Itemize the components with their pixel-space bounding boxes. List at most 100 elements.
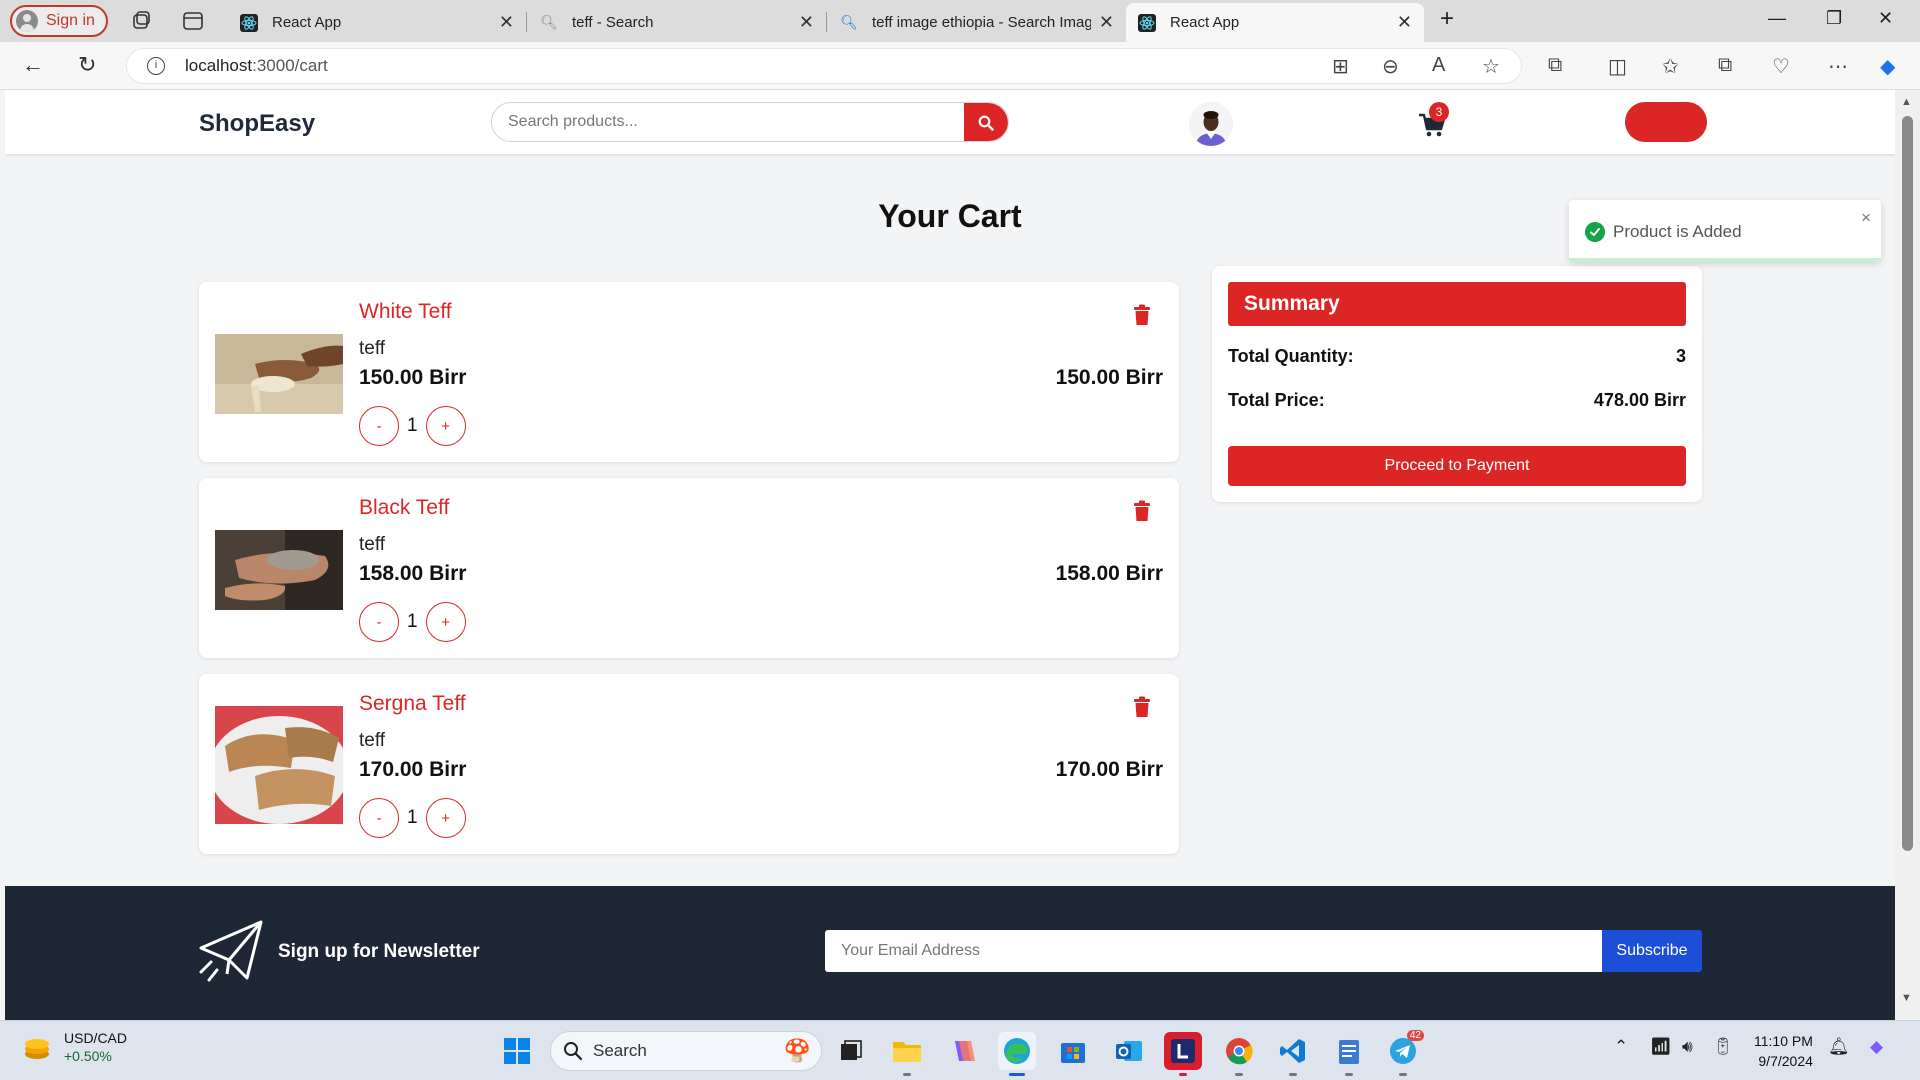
newsletter-email-input[interactable] — [825, 930, 1611, 972]
notification-bell-icon[interactable]: 🔔︎ — [1828, 1037, 1850, 1057]
favorites-icon[interactable]: ✩ — [1662, 54, 1679, 79]
search-button[interactable] — [964, 103, 1008, 141]
search-icon — [978, 115, 994, 131]
url-path: :3000/cart — [252, 56, 328, 75]
proceed-to-payment-button[interactable]: Proceed to Payment — [1228, 446, 1686, 486]
total-quantity-row: Total Quantity: 3 — [1228, 346, 1686, 367]
summary-title: Summary — [1228, 282, 1686, 326]
new-tab-icon[interactable]: + — [1440, 5, 1454, 33]
page-viewport: ShopEasy 3 Your Cart White Teff teff 150… — [5, 90, 1895, 1020]
tab-actions-icon[interactable] — [182, 10, 204, 32]
header-red-button[interactable] — [1625, 102, 1707, 142]
decrease-quantity-button[interactable]: - — [359, 406, 399, 446]
subscribe-button[interactable]: Subscribe — [1602, 930, 1702, 972]
minimize-icon[interactable]: — — [1768, 8, 1786, 29]
decrease-quantity-button[interactable]: - — [359, 602, 399, 642]
product-name[interactable]: White Teff — [359, 300, 452, 324]
success-check-icon — [1585, 222, 1605, 242]
microsoft-store-icon[interactable] — [1054, 1032, 1092, 1070]
line-total: 170.00 Birr — [1055, 758, 1163, 781]
split-screen-icon[interactable]: ◫ — [1608, 54, 1627, 79]
delete-trash-icon[interactable] — [1133, 500, 1151, 522]
delete-trash-icon[interactable] — [1133, 304, 1151, 326]
volume-icon[interactable]: 🔊︎ — [1682, 1037, 1693, 1057]
copilot-icon[interactable]: ◆ — [1880, 54, 1895, 79]
currency-coins-icon — [25, 1039, 49, 1059]
scrollbar-thumb[interactable] — [1902, 116, 1913, 851]
close-tab-icon[interactable]: ✕ — [1397, 12, 1412, 33]
toast-close-icon[interactable]: × — [1861, 208, 1871, 228]
browser-essentials-icon[interactable]: ♡ — [1772, 54, 1790, 79]
favorite-star-icon[interactable]: ☆ — [1482, 54, 1500, 79]
mushroom-highlight-icon: 🍄 — [783, 1038, 811, 1063]
telegram-icon[interactable]: 42 — [1384, 1030, 1424, 1076]
system-clock[interactable]: 11:10 PM 9/7/2024 — [1754, 1031, 1813, 1071]
vscode-icon[interactable] — [1274, 1032, 1312, 1076]
restore-icon[interactable]: ❐ — [1826, 8, 1842, 29]
app-available-icon[interactable]: ⊞ — [1332, 54, 1349, 79]
sign-in-label: Sign in — [46, 12, 95, 29]
quantity-value: 1 — [407, 611, 418, 632]
extensions-icon[interactable]: ⧉ — [1548, 54, 1562, 77]
zoom-out-icon[interactable]: ⊖ — [1382, 54, 1399, 79]
more-options-icon[interactable]: ⋯ — [1828, 54, 1848, 79]
increase-quantity-button[interactable]: + — [425, 602, 466, 642]
product-search — [491, 102, 1009, 142]
profile-sign-in-button[interactable]: Sign in — [10, 5, 108, 37]
back-icon[interactable]: ← — [22, 52, 44, 78]
tab-react-app-1[interactable]: React App ✕ — [228, 3, 526, 42]
edge-browser-icon[interactable] — [998, 1032, 1036, 1076]
task-view-icon[interactable] — [832, 1032, 870, 1070]
outlook-icon[interactable] — [1110, 1032, 1148, 1070]
collections-icon[interactable]: ⧉ — [1718, 54, 1732, 77]
battery-icon[interactable]: 🔋︎ — [1712, 1037, 1734, 1057]
tab-teff-image-search[interactable]: 🔍︎ teff image ethiopia - Search Imag ✕ — [828, 3, 1126, 42]
quantity-value: 1 — [407, 807, 418, 828]
telegram-unread-badge: 42 — [1406, 1030, 1424, 1041]
windows-start-icon[interactable] — [498, 1032, 536, 1070]
scroll-up-arrow-icon[interactable]: ▲ — [1901, 96, 1912, 108]
site-info-icon[interactable]: i — [147, 57, 165, 75]
chrome-icon[interactable] — [1220, 1032, 1258, 1076]
quantity-stepper: - 1 + — [359, 406, 466, 446]
page-scrollbar[interactable]: ▲ ▼ — [1895, 90, 1920, 1020]
tab-divider — [826, 12, 827, 32]
delete-trash-icon[interactable] — [1133, 696, 1151, 718]
decrease-quantity-button[interactable]: - — [359, 798, 399, 838]
product-name[interactable]: Sergna Teff — [359, 692, 466, 716]
product-price: 170.00 Birr — [359, 758, 467, 781]
site-logo[interactable]: ShopEasy — [199, 110, 315, 138]
total-price-value: 478.00 Birr — [1593, 390, 1686, 410]
file-explorer-icon[interactable] — [888, 1032, 926, 1076]
tab-react-app-active[interactable]: React App ✕ — [1126, 3, 1424, 42]
close-tab-icon[interactable]: ✕ — [799, 12, 814, 33]
copilot-preview-icon[interactable]: ◆ — [1870, 1037, 1883, 1057]
tab-teff-search[interactable]: 🔍︎ teff - Search ✕ — [528, 3, 826, 42]
product-name[interactable]: Black Teff — [359, 496, 449, 520]
close-tab-icon[interactable]: ✕ — [499, 12, 514, 33]
close-tab-icon[interactable]: ✕ — [1099, 12, 1114, 33]
cart-item: Sergna Teff teff 170.00 Birr 170.00 Birr… — [199, 674, 1179, 854]
browser-tab-bar: Sign in React App ✕ 🔍︎ teff - Search ✕ 🔍… — [0, 0, 1920, 42]
workspaces-icon[interactable] — [130, 10, 152, 32]
address-bar[interactable]: i localhost:3000/cart — [126, 48, 1522, 84]
read-aloud-icon[interactable]: A — [1432, 54, 1445, 77]
line-total: 150.00 Birr — [1055, 366, 1163, 389]
tab-divider — [526, 12, 527, 32]
ticker-widget[interactable]: USD/CAD +0.50% — [22, 1029, 127, 1065]
product-image-sergna-teff — [215, 706, 343, 824]
increase-quantity-button[interactable]: + — [425, 798, 466, 838]
search-input[interactable] — [492, 103, 962, 141]
site-footer: Sign up for Newsletter Subscribe — [5, 886, 1895, 1020]
notepad-icon[interactable] — [1330, 1032, 1368, 1076]
user-avatar[interactable] — [1189, 102, 1233, 146]
taskbar-search[interactable]: Search 🍄 — [550, 1031, 822, 1071]
close-window-icon[interactable]: ✕ — [1878, 8, 1893, 29]
increase-quantity-button[interactable]: + — [425, 406, 466, 446]
lenovo-app-icon[interactable] — [1164, 1032, 1202, 1076]
wifi-icon[interactable]: 📶︎ — [1650, 1037, 1672, 1057]
copilot-app-icon[interactable] — [944, 1032, 982, 1070]
show-hidden-icons-chevron-icon[interactable]: ⌃ — [1614, 1037, 1628, 1057]
scroll-down-arrow-icon[interactable]: ▼ — [1901, 992, 1912, 1004]
refresh-icon[interactable]: ↻ — [78, 52, 96, 78]
